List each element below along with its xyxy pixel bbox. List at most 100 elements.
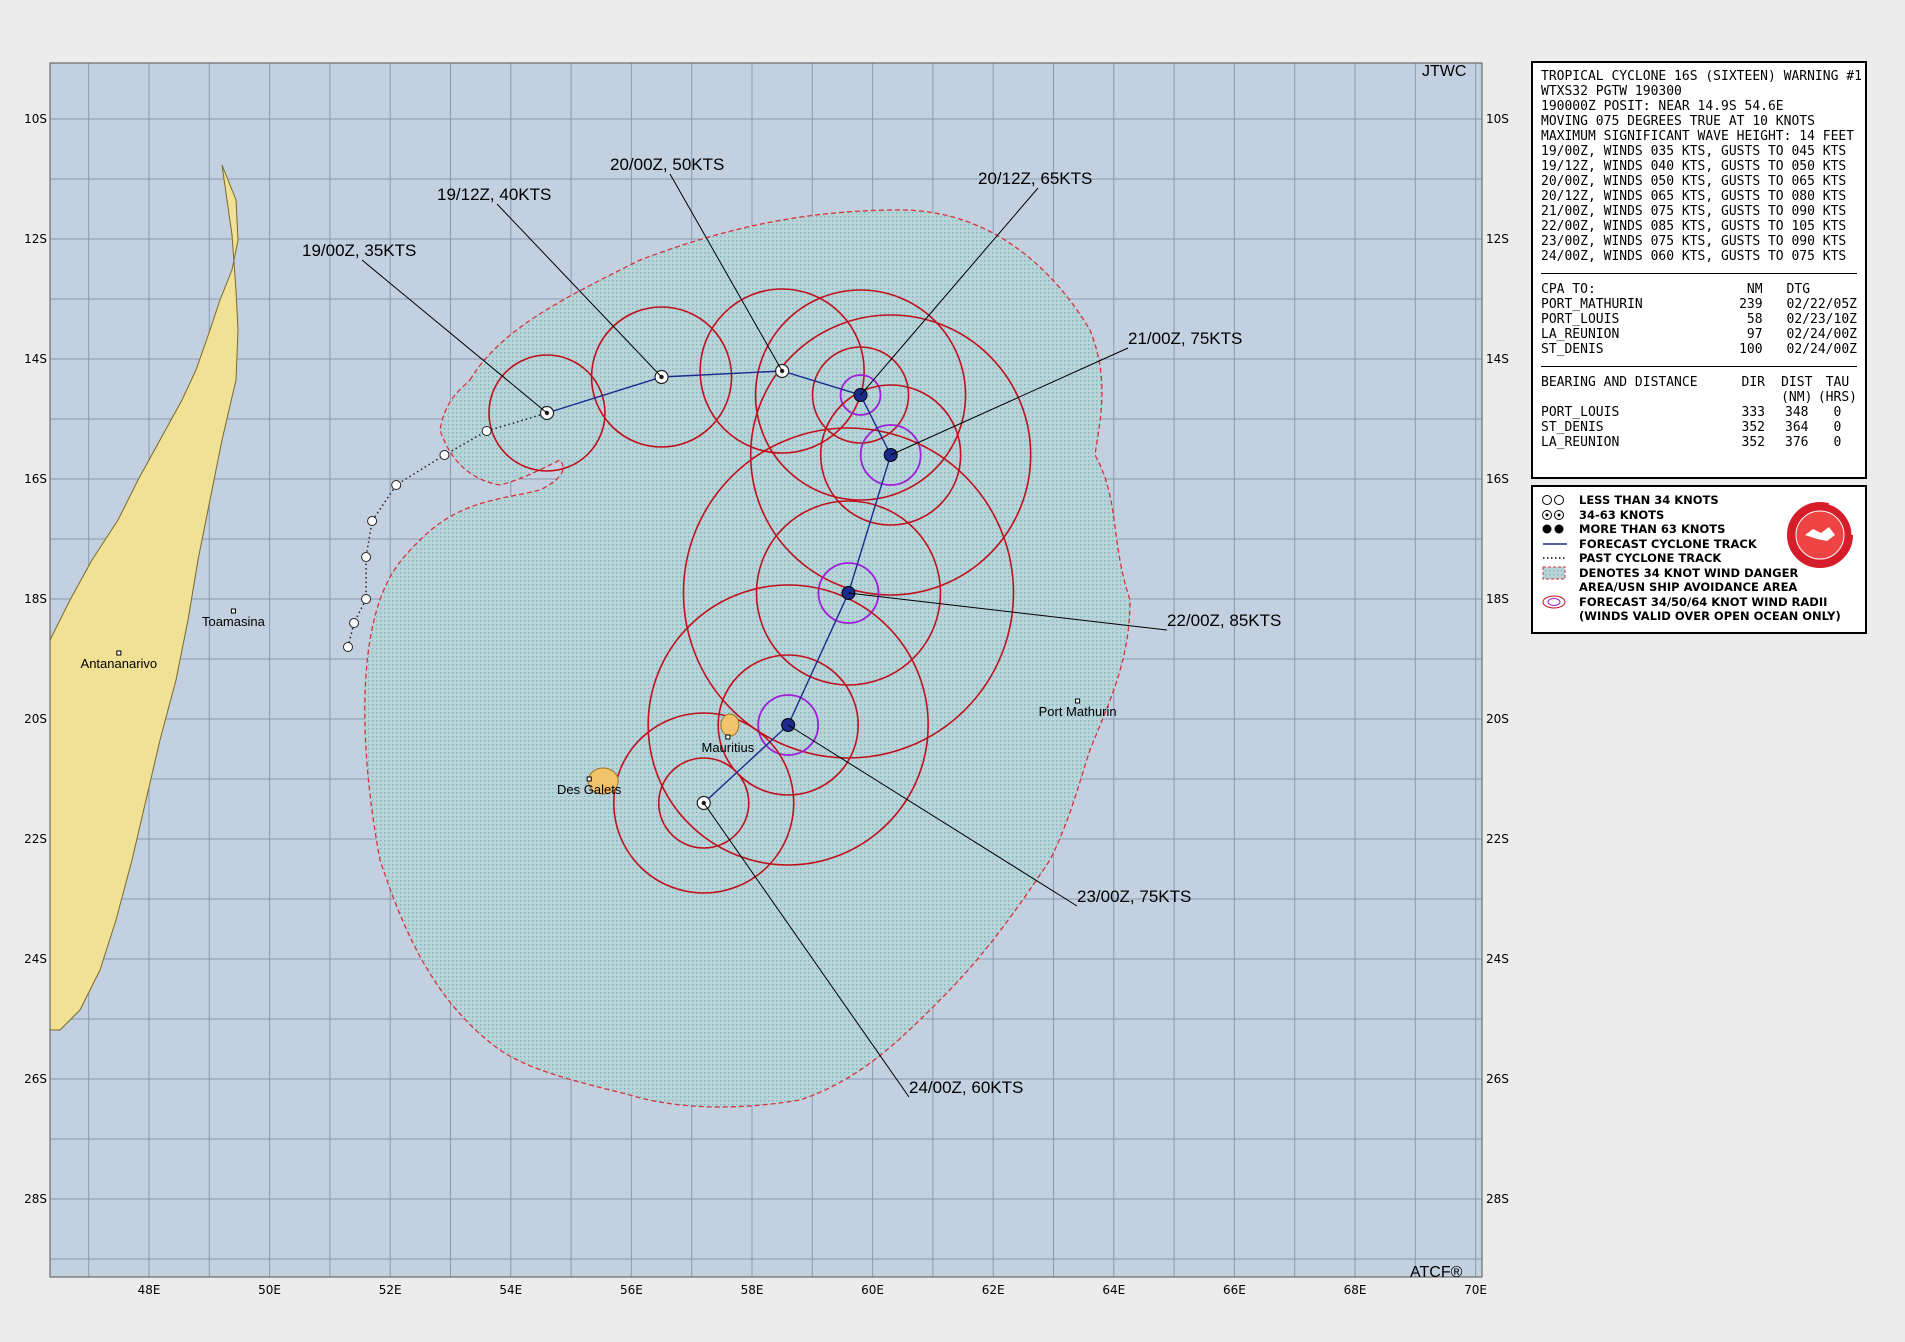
lon-tick-label: 48E xyxy=(138,1283,161,1297)
warning-line: MOVING 075 DEGREES TRUE AT 10 KNOTS xyxy=(1541,114,1815,129)
legend-panel: LESS THAN 34 KNOTS 34-63 KNOTS MORE THAN 6… xyxy=(1531,485,1867,634)
bearing-cell: 352 xyxy=(1741,435,1765,450)
warning-line: 24/00Z, WINDS 060 KTS, GUSTS TO 075 KTS xyxy=(1541,249,1847,264)
bearing-table: BEARING AND DISTANCE DIR DIST TAU (NM) (… xyxy=(1541,375,1857,450)
bearing-row: PORT_LOUIS 333 348 0 xyxy=(1541,405,1857,420)
place-marker xyxy=(1075,698,1081,704)
cpa-cell: 02/22/05Z xyxy=(1786,297,1857,312)
bearing-header: DIST xyxy=(1781,375,1813,390)
lat-tick-label: 28S xyxy=(1486,1192,1509,1206)
forecast-label: 20/12Z, 65KTS xyxy=(978,169,1092,188)
bearing-header: DIR xyxy=(1741,375,1765,390)
past-position-marker xyxy=(361,552,372,562)
cpa-cell: 239 xyxy=(1739,297,1763,312)
bearing-row: LA_REUNION 352 376 0 xyxy=(1541,435,1857,450)
lon-tick-label: 60E xyxy=(861,1283,884,1297)
warning-line: 20/00Z, WINDS 050 KTS, GUSTS TO 065 KTS xyxy=(1541,174,1847,189)
lat-tick-label: 20S xyxy=(24,712,47,726)
warning-line: 190000Z POSIT: NEAR 14.9S 54.6E xyxy=(1541,99,1784,114)
bearing-cell: 348 xyxy=(1785,405,1809,420)
lat-tick-label: 10S xyxy=(24,112,47,126)
warning-panel: TROPICAL CYCLONE 16S (SIXTEEN) WARNING #… xyxy=(1531,61,1867,479)
island-shape xyxy=(720,713,740,737)
legend-label: FORECAST CYCLONE TRACK xyxy=(1579,536,1757,551)
warning-line: 23/00Z, WINDS 075 KTS, GUSTS TO 090 KTS xyxy=(1541,234,1847,249)
cpa-cell: 58 xyxy=(1746,312,1763,327)
lat-tick-label: 24S xyxy=(1486,952,1509,966)
lon-tick-label: 62E xyxy=(982,1283,1005,1297)
bearing-cell: LA_REUNION xyxy=(1541,435,1620,450)
lat-tick-label: 20S xyxy=(1486,712,1509,726)
bearing-subheader: (HRS) xyxy=(1817,390,1857,405)
less-than-34-knots-icon xyxy=(1541,494,1579,506)
agency-label: JTWC xyxy=(1422,63,1466,80)
past-position-marker xyxy=(349,618,360,628)
cpa-cell: 02/24/00Z xyxy=(1786,342,1857,357)
past-position-marker xyxy=(361,594,372,604)
bearing-row: ST_DENIS 352 364 0 xyxy=(1541,420,1857,435)
legend-label: FORECAST 34/50/64 KNOT WIND RADII xyxy=(1579,594,1828,609)
lat-tick-label: 16S xyxy=(24,472,47,486)
cpa-cell: PORT_MATHURIN xyxy=(1541,297,1643,312)
bearing-cell: PORT_LOUIS xyxy=(1541,405,1620,420)
lat-tick-label: 14S xyxy=(1486,352,1509,366)
cpa-row: ST_DENIS 100 02/24/00Z xyxy=(1541,342,1857,357)
place-marker xyxy=(586,776,592,782)
legend-label: AREA/USN SHIP AVOIDANCE AREA xyxy=(1579,580,1798,594)
past-track-icon xyxy=(1541,552,1579,564)
wind-radii-icon xyxy=(1541,595,1579,609)
legend-label: PAST CYCLONE TRACK xyxy=(1579,551,1722,565)
lat-tick-label: 16S xyxy=(1486,472,1509,486)
lat-tick-label: 10S xyxy=(1486,112,1509,126)
place-marker xyxy=(725,734,731,740)
lat-tick-label: 26S xyxy=(24,1072,47,1086)
bearing-subheader xyxy=(1742,390,1776,405)
bearing-subheader xyxy=(1541,390,1742,405)
legend-label: LESS THAN 34 KNOTS xyxy=(1579,493,1719,507)
cpa-cell: 100 xyxy=(1739,342,1763,357)
cpa-cell: LA_REUNION xyxy=(1541,327,1620,342)
place-label: Toamasina xyxy=(202,614,266,629)
more-than-63-knots-icon xyxy=(1541,523,1579,535)
bearing-cell: ST_DENIS xyxy=(1541,420,1604,435)
place-label: Mauritius xyxy=(702,740,755,755)
lon-tick-label: 64E xyxy=(1102,1283,1125,1297)
cpa-cell: PORT_LOUIS xyxy=(1541,312,1620,327)
lon-tick-label: 66E xyxy=(1223,1283,1246,1297)
legend-label: 34-63 KNOTS xyxy=(1579,507,1665,522)
bearing-header: TAU xyxy=(1825,375,1850,390)
legend-label: MORE THAN 63 KNOTS xyxy=(1579,522,1726,536)
past-position-marker xyxy=(439,450,450,460)
jtwc-seal-icon xyxy=(1785,500,1855,570)
warning-line: MAXIMUM SIGNIFICANT WAVE HEIGHT: 14 FEET xyxy=(1541,129,1855,144)
forecast-label: 19/12Z, 40KTS xyxy=(437,185,551,204)
lat-tick-label: 28S xyxy=(24,1192,47,1206)
cpa-cell: 02/23/10Z xyxy=(1786,312,1857,327)
cpa-row: PORT_LOUIS 58 02/23/10Z xyxy=(1541,312,1857,327)
cpa-row: LA_REUNION 97 02/24/00Z xyxy=(1541,327,1857,342)
cpa-header: DTG xyxy=(1786,282,1811,297)
lat-tick-label: 18S xyxy=(24,592,47,606)
forecast-label: 24/00Z, 60KTS xyxy=(909,1078,1023,1097)
lon-tick-label: 70E xyxy=(1464,1283,1487,1297)
cpa-row: PORT_MATHURIN 239 02/22/05Z xyxy=(1541,297,1857,312)
lon-tick-label: 58E xyxy=(741,1283,764,1297)
bearing-cell: 0 xyxy=(1833,405,1842,420)
place-marker xyxy=(116,650,122,656)
lon-tick-label: 54E xyxy=(499,1283,522,1297)
bearing-cell: 364 xyxy=(1785,420,1809,435)
lon-tick-label: 50E xyxy=(258,1283,281,1297)
cpa-cell: 97 xyxy=(1746,327,1763,342)
forecast-label: 21/00Z, 75KTS xyxy=(1128,329,1242,348)
bearing-cell: 0 xyxy=(1833,435,1842,450)
warning-line: 20/12Z, WINDS 065 KTS, GUSTS TO 080 KTS xyxy=(1541,189,1847,204)
place-label: Port Mathurin xyxy=(1039,704,1117,719)
warning-text: TROPICAL CYCLONE 16S (SIXTEEN) WARNING #… xyxy=(1541,69,1862,264)
warning-line: 21/00Z, WINDS 075 KTS, GUSTS TO 090 KTS xyxy=(1541,204,1847,219)
lat-tick-label: 12S xyxy=(24,232,47,246)
warning-line: 19/00Z, WINDS 035 KTS, GUSTS TO 045 KTS xyxy=(1541,144,1847,159)
lat-tick-label: 18S xyxy=(1486,592,1509,606)
forecast-label: 19/00Z, 35KTS xyxy=(302,241,416,260)
warning-line: 22/00Z, WINDS 085 KTS, GUSTS TO 105 KTS xyxy=(1541,219,1847,234)
lon-tick-label: 68E xyxy=(1344,1283,1367,1297)
